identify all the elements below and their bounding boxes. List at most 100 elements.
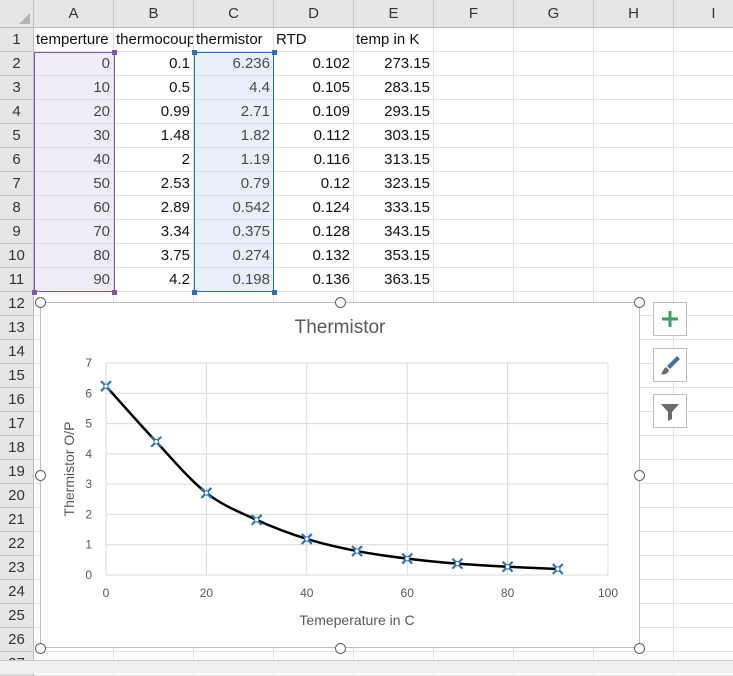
cell-e10[interactable]: 353.15 (354, 244, 434, 268)
row-header-15[interactable]: 15 (0, 364, 34, 388)
cell-g1[interactable] (514, 28, 594, 52)
cell-a11[interactable]: 90 (34, 268, 114, 292)
cell-i6[interactable] (674, 148, 733, 172)
series-line[interactable] (105, 385, 558, 571)
row-header-25[interactable]: 25 (0, 604, 34, 628)
cell-h2[interactable] (594, 52, 674, 76)
cell-e2[interactable]: 273.15 (354, 52, 434, 76)
cell-h7[interactable] (594, 172, 674, 196)
cell-f9[interactable] (434, 220, 514, 244)
cell-f7[interactable] (434, 172, 514, 196)
cell-i20[interactable] (674, 484, 733, 508)
cell-f4[interactable] (434, 100, 514, 124)
cell-c3[interactable]: 4.4 (194, 76, 274, 100)
y-axis-title[interactable]: Thermistor O/P (61, 422, 77, 517)
cell-d2[interactable]: 0.102 (274, 52, 354, 76)
cell-c6[interactable]: 1.19 (194, 148, 274, 172)
cell-a2[interactable]: 0 (34, 52, 114, 76)
cell-d6[interactable]: 0.116 (274, 148, 354, 172)
cell-a1[interactable]: temperture (34, 28, 114, 52)
cell-h10[interactable] (594, 244, 674, 268)
cell-c1[interactable]: thermistor (194, 28, 274, 52)
selection-corner-handle[interactable] (272, 290, 277, 295)
column-header-e[interactable]: E (354, 0, 434, 28)
cell-i24[interactable] (674, 580, 733, 604)
cell-c5[interactable]: 1.82 (194, 124, 274, 148)
cell-d9[interactable]: 0.128 (274, 220, 354, 244)
cell-e4[interactable]: 293.15 (354, 100, 434, 124)
cell-b6[interactable]: 2 (114, 148, 194, 172)
cell-d8[interactable]: 0.124 (274, 196, 354, 220)
cell-h5[interactable] (594, 124, 674, 148)
cell-g3[interactable] (514, 76, 594, 100)
data-point-marker[interactable] (150, 435, 162, 448)
chart-plot[interactable]: 012345670 20 40 60 80 100Temeperature in CThe… (41, 303, 639, 647)
cell-b9[interactable]: 3.34 (114, 220, 194, 244)
chart-filters-button[interactable] (653, 394, 687, 428)
cell-i7[interactable] (674, 172, 733, 196)
cell-c4[interactable]: 2.71 (194, 100, 274, 124)
chart-elements-button[interactable] (653, 302, 687, 336)
cell-c9[interactable]: 0.375 (194, 220, 274, 244)
cell-i11[interactable] (674, 268, 733, 292)
row-header-26[interactable]: 26 (0, 628, 34, 652)
cell-i4[interactable] (674, 100, 733, 124)
cell-c10[interactable]: 0.274 (194, 244, 274, 268)
cell-e3[interactable]: 283.15 (354, 76, 434, 100)
cell-g2[interactable] (514, 52, 594, 76)
cell-f2[interactable] (434, 52, 514, 76)
x-axis-title[interactable]: Temeperature in C (299, 612, 414, 628)
cell-a3[interactable]: 10 (34, 76, 114, 100)
cell-b8[interactable]: 2.89 (114, 196, 194, 220)
row-header-17[interactable]: 17 (0, 412, 34, 436)
row-header-20[interactable]: 20 (0, 484, 34, 508)
cell-d1[interactable]: RTD (274, 28, 354, 52)
cell-b3[interactable]: 0.5 (114, 76, 194, 100)
cell-i1[interactable] (674, 28, 733, 52)
column-header-g[interactable]: G (514, 0, 594, 28)
row-header-22[interactable]: 22 (0, 532, 34, 556)
chart-resize-handle[interactable] (634, 470, 645, 481)
cell-a6[interactable]: 40 (34, 148, 114, 172)
column-header-a[interactable]: A (34, 0, 114, 28)
cell-a9[interactable]: 70 (34, 220, 114, 244)
cell-g4[interactable] (514, 100, 594, 124)
cell-c2[interactable]: 6.236 (194, 52, 274, 76)
cell-d11[interactable]: 0.136 (274, 268, 354, 292)
cell-i8[interactable] (674, 196, 733, 220)
cell-b2[interactable]: 0.1 (114, 52, 194, 76)
cell-e11[interactable]: 363.15 (354, 268, 434, 292)
cell-e7[interactable]: 323.15 (354, 172, 434, 196)
selection-corner-handle[interactable] (192, 50, 197, 55)
cell-h6[interactable] (594, 148, 674, 172)
cell-a4[interactable]: 20 (34, 100, 114, 124)
cell-i19[interactable] (674, 460, 733, 484)
column-header-d[interactable]: D (274, 0, 354, 28)
chart-resize-handle[interactable] (634, 297, 645, 308)
column-header-f[interactable]: F (434, 0, 514, 28)
cell-i23[interactable] (674, 556, 733, 580)
cell-g7[interactable] (514, 172, 594, 196)
row-header-7[interactable]: 7 (0, 172, 34, 196)
row-header-2[interactable]: 2 (0, 52, 34, 76)
selection-corner-handle[interactable] (32, 290, 37, 295)
cell-f8[interactable] (434, 196, 514, 220)
row-header-3[interactable]: 3 (0, 76, 34, 100)
chart-resize-handle[interactable] (35, 297, 46, 308)
cell-e1[interactable]: temp in K (354, 28, 434, 52)
cell-b10[interactable]: 3.75 (114, 244, 194, 268)
column-header-i[interactable]: I (674, 0, 733, 28)
cell-i21[interactable] (674, 508, 733, 532)
cell-h11[interactable] (594, 268, 674, 292)
row-header-8[interactable]: 8 (0, 196, 34, 220)
row-header-6[interactable]: 6 (0, 148, 34, 172)
cell-e8[interactable]: 333.15 (354, 196, 434, 220)
row-header-13[interactable]: 13 (0, 316, 34, 340)
cell-b4[interactable]: 0.99 (114, 100, 194, 124)
cell-f5[interactable] (434, 124, 514, 148)
cell-e5[interactable]: 303.15 (354, 124, 434, 148)
row-header-12[interactable]: 12 (0, 292, 34, 316)
cell-h9[interactable] (594, 220, 674, 244)
cell-a8[interactable]: 60 (34, 196, 114, 220)
cell-g10[interactable] (514, 244, 594, 268)
